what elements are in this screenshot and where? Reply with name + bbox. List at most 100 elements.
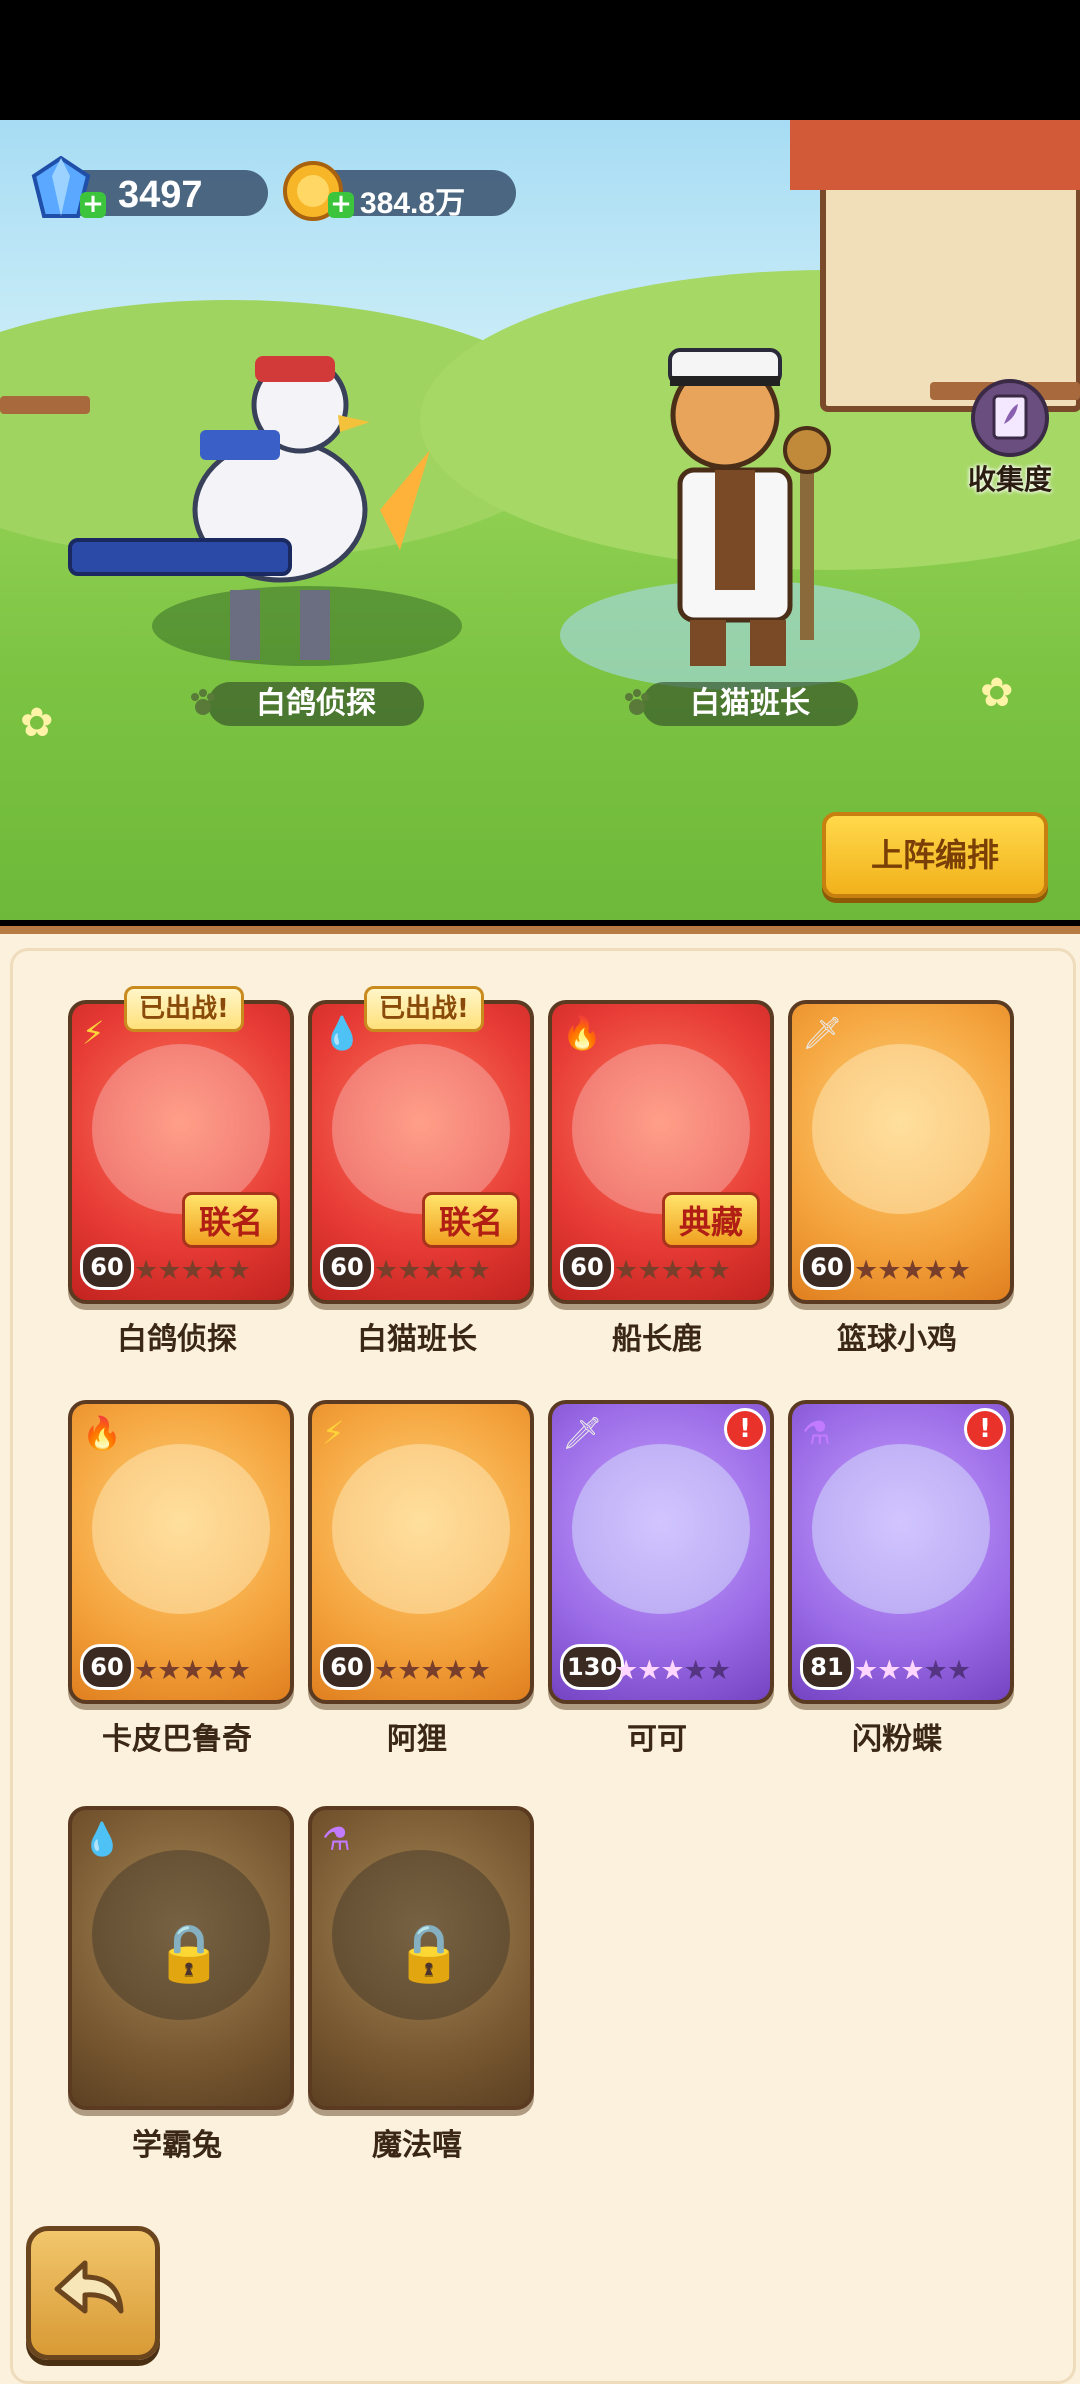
gem-amount: 3497 <box>118 174 203 216</box>
hero-card[interactable]: 🔥 60 ★★★★★ <box>68 1400 294 1704</box>
star-icon: ★ <box>900 1655 924 1686</box>
star-icon: ★ <box>660 1255 684 1286</box>
star-icon: ★ <box>854 1655 878 1686</box>
star-icon: ★ <box>854 1255 878 1286</box>
rarity-tag: 联名 <box>421 1192 520 1248</box>
hero-card-name: 白鸽侦探 <box>117 1322 237 1357</box>
star-rating: ★★★★★ <box>374 1655 491 1686</box>
lightning-element-icon: ⚡ <box>82 1014 105 1052</box>
star-icon: ★ <box>466 1655 491 1686</box>
star-icon: ★ <box>923 1255 948 1286</box>
flower-decoration: ✿ <box>20 700 54 746</box>
hero-card[interactable]: 🔥 60 ★★★★★ 典藏 <box>548 1000 774 1304</box>
add-coins-icon[interactable]: + <box>328 191 354 218</box>
formation-button[interactable]: 上阵编排 <box>822 812 1048 898</box>
star-icon: ★ <box>660 1655 684 1686</box>
hero-card[interactable]: ⚗ 81 ★★★★★! <box>788 1400 1014 1704</box>
star-icon: ★ <box>443 1255 468 1286</box>
hero-card[interactable]: 💧 60 ★★★★★ 联名 <box>308 1000 534 1304</box>
star-icon: ★ <box>946 1655 971 1686</box>
star-icon: ★ <box>683 1255 708 1286</box>
level-badge: 60 <box>80 1244 134 1290</box>
fire-element-icon: 🔥 <box>562 1014 602 1052</box>
water-element-icon: 💧 <box>82 1820 122 1858</box>
hero-card[interactable]: 💧 🔒 <box>68 1806 294 2110</box>
deployed-badge: 已出战! <box>364 986 484 1032</box>
fire-element-icon: 🔥 <box>82 1414 122 1452</box>
sword-element-icon: 🗡 <box>562 1414 603 1452</box>
hero-card[interactable]: ⚗ 🔒 <box>308 1806 534 2110</box>
hero-showcase-scene: + 3497 + 384.8万 收集度 白鸽侦探 白猫班长 ✿ ✿ <box>0 120 1080 920</box>
star-icon: ★ <box>157 1255 181 1286</box>
hero-portrait <box>572 1444 750 1614</box>
hero-card-name: 阿狸 <box>387 1722 447 1757</box>
hero-name-2: 白猫班长 <box>690 686 810 721</box>
star-icon: ★ <box>134 1655 158 1686</box>
star-icon: ★ <box>420 1655 444 1686</box>
level-badge: 60 <box>320 1244 374 1290</box>
gem-counter[interactable]: + 3497 <box>31 156 268 218</box>
white-cat-hero-figure[interactable] <box>600 320 930 680</box>
hero-card[interactable]: 🗡 60 ★★★★★ <box>788 1000 1014 1304</box>
back-button[interactable] <box>26 2226 160 2360</box>
star-rating: ★★★★★ <box>134 1255 251 1286</box>
star-icon: ★ <box>134 1255 158 1286</box>
potion-element-icon: ⚗ <box>322 1820 351 1858</box>
hero-portrait <box>92 1444 270 1614</box>
potion-element-icon: ⚗ <box>802 1414 831 1452</box>
star-icon: ★ <box>443 1655 468 1686</box>
water-element-icon: 💧 <box>322 1014 362 1052</box>
star-icon: ★ <box>203 1255 228 1286</box>
add-gems-icon[interactable]: + <box>80 191 106 218</box>
star-icon: ★ <box>180 1655 204 1686</box>
hero-portrait <box>812 1444 990 1614</box>
star-rating: ★★★★★ <box>854 1255 971 1286</box>
level-badge: 60 <box>800 1244 854 1290</box>
level-badge: 60 <box>320 1644 374 1690</box>
star-icon: ★ <box>397 1255 421 1286</box>
hero-card-name: 篮球小鸡 <box>837 1322 957 1357</box>
star-rating: ★★★★★ <box>134 1655 251 1686</box>
hero-card-name: 卡皮巴鲁奇 <box>102 1722 252 1757</box>
star-icon: ★ <box>157 1655 181 1686</box>
collection-button[interactable]: 收集度 <box>960 378 1060 498</box>
coin-amount: 384.8万 <box>360 187 466 220</box>
star-icon: ★ <box>706 1655 731 1686</box>
star-icon: ★ <box>706 1255 731 1286</box>
hero-portrait <box>332 1444 510 1614</box>
star-icon: ★ <box>637 1255 661 1286</box>
collection-book-icon <box>971 379 1049 457</box>
star-icon: ★ <box>877 1255 901 1286</box>
lock-icon: 🔒 <box>154 1921 224 1986</box>
star-icon: ★ <box>900 1255 924 1286</box>
hero-card[interactable]: 🗡 130 ★★★★★! <box>548 1400 774 1704</box>
star-icon: ★ <box>614 1655 638 1686</box>
white-pigeon-hero-figure[interactable] <box>50 310 450 680</box>
star-icon: ★ <box>203 1655 228 1686</box>
star-rating: ★★★★★ <box>854 1655 971 1686</box>
hero-portrait <box>572 1044 750 1214</box>
hero-nameplate-2: 白猫班长 <box>642 682 858 726</box>
star-icon: ★ <box>397 1655 421 1686</box>
star-icon: ★ <box>637 1655 661 1686</box>
star-icon: ★ <box>877 1655 901 1686</box>
star-icon: ★ <box>226 1255 251 1286</box>
hero-name-1: 白鸽侦探 <box>256 686 376 721</box>
level-badge: 81 <box>800 1644 854 1690</box>
star-rating: ★★★★★ <box>614 1255 731 1286</box>
star-rating: ★★★★★ <box>374 1255 491 1286</box>
collection-label: 收集度 <box>967 463 1052 496</box>
status-bar <box>0 0 1080 120</box>
star-rating: ★★★★★ <box>614 1655 731 1686</box>
star-icon: ★ <box>180 1255 204 1286</box>
hero-portrait <box>332 1044 510 1214</box>
hero-card[interactable]: ⚡ 60 ★★★★★ 联名 <box>68 1000 294 1304</box>
lightning-element-icon: ⚡ <box>322 1414 345 1452</box>
level-badge: 60 <box>80 1644 134 1690</box>
hero-nameplate-1: 白鸽侦探 <box>208 682 424 726</box>
alert-badge-icon: ! <box>964 1408 1006 1450</box>
coin-counter[interactable]: + 384.8万 <box>283 161 516 221</box>
hero-card[interactable]: ⚡ 60 ★★★★★ <box>308 1400 534 1704</box>
hero-card-name: 白猫班长 <box>357 1322 477 1357</box>
paw-icon <box>191 689 215 715</box>
